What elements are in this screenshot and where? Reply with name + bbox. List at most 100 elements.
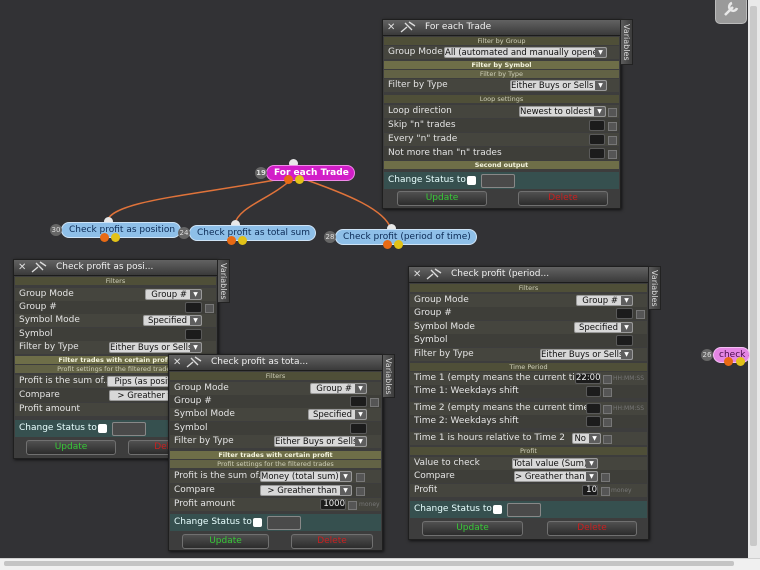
delete-button[interactable]: Delete	[291, 534, 373, 549]
profit-input[interactable]: 10	[582, 485, 598, 496]
checkbox[interactable]	[356, 473, 365, 482]
panel-titlebar[interactable]: ✕ Check profit (period...	[409, 267, 648, 283]
row-time1: Time 1 (empty means the current time ) 2…	[410, 372, 647, 385]
filter-type-select[interactable]: Either Buys or Sells ▼	[109, 342, 202, 353]
checkbox[interactable]	[370, 398, 379, 407]
pin-icon[interactable]	[186, 356, 202, 368]
pin-icon[interactable]	[426, 268, 442, 280]
node-output-port[interactable]	[284, 175, 293, 184]
change-status-input[interactable]	[481, 174, 515, 188]
checkbox[interactable]	[205, 304, 214, 313]
checkbox[interactable]	[356, 487, 365, 496]
panel-titlebar[interactable]: ✕ Check profit as posi...	[14, 260, 217, 276]
change-status-input[interactable]	[507, 503, 541, 517]
variables-tab[interactable]: Variables	[217, 259, 230, 303]
group-number-input[interactable]	[616, 308, 633, 319]
vertical-scrollbar-thumb[interactable]	[750, 6, 757, 546]
node-check-profit-period[interactable]: 28 Check profit (period of time)	[324, 229, 477, 245]
relative-select[interactable]: No ▼	[572, 433, 601, 444]
node-check-profit-total[interactable]: 24 Check profit as total sum	[178, 225, 316, 241]
checkbox[interactable]	[608, 122, 617, 131]
symbol-input[interactable]	[616, 335, 633, 346]
group-number-input[interactable]	[350, 396, 367, 407]
group-mode-select[interactable]: Group # ▼	[145, 289, 202, 300]
group-number-input[interactable]	[185, 302, 202, 313]
checkbox[interactable]	[603, 435, 612, 444]
symbol-mode-select[interactable]: Specified ▼	[308, 409, 367, 420]
symbol-mode-select[interactable]: Specified ▼	[143, 315, 202, 326]
time2-shift-input[interactable]	[586, 416, 601, 427]
node-output-port-second[interactable]	[238, 236, 247, 245]
pin-icon[interactable]	[400, 21, 416, 33]
change-status-checkbox[interactable]	[467, 176, 476, 185]
checkbox[interactable]	[601, 473, 610, 482]
checkbox[interactable]	[608, 150, 617, 159]
symbol-mode-select[interactable]: Specified ▼	[574, 322, 633, 333]
close-icon[interactable]: ✕	[413, 267, 421, 282]
update-button[interactable]: Update	[26, 440, 116, 455]
compare-select[interactable]: > Greather than▼	[260, 485, 352, 496]
close-icon[interactable]: ✕	[18, 260, 26, 275]
value-check-select[interactable]: Total value (Sum) ▼	[512, 458, 598, 469]
node-output-port[interactable]	[724, 357, 733, 366]
change-status-input[interactable]	[267, 516, 301, 530]
node-for-each-trade[interactable]: 19 For each Trade	[255, 165, 355, 181]
filter-type-select[interactable]: Either Buys or Sells ▼	[540, 349, 633, 360]
every-input[interactable]	[589, 134, 605, 145]
change-status-checkbox[interactable]	[98, 424, 107, 433]
node-output-port-second[interactable]	[111, 233, 120, 242]
checkbox[interactable]	[348, 501, 357, 510]
update-button[interactable]: Update	[422, 521, 523, 536]
loop-direction-select[interactable]: Newest to oldest ▼	[519, 106, 606, 117]
checkbox[interactable]	[603, 405, 612, 414]
delete-button[interactable]: Delete	[547, 521, 637, 536]
time1-input[interactable]: 22:00	[575, 373, 601, 384]
group-mode-select[interactable]: All (automated and manually opened) ▼	[444, 47, 607, 58]
update-button[interactable]: Update	[397, 191, 487, 206]
node-output-port-second[interactable]	[736, 357, 745, 366]
not-more-input[interactable]	[589, 148, 605, 159]
checkbox[interactable]	[603, 418, 612, 427]
checkbox[interactable]	[608, 108, 617, 117]
node-output-port[interactable]	[383, 240, 392, 249]
node-output-port-second[interactable]	[394, 240, 403, 249]
checkbox[interactable]	[603, 388, 612, 397]
variables-tab[interactable]: Variables	[620, 19, 633, 65]
filter-type-select[interactable]: Either Buys or Sells ▼	[274, 436, 367, 447]
symbol-input[interactable]	[350, 423, 367, 434]
checkbox[interactable]	[603, 375, 612, 384]
node-check-profit-position[interactable]: 30 Check profit as position	[50, 222, 182, 238]
group-mode-select[interactable]: Group # ▼	[576, 295, 633, 306]
horizontal-scrollbar-thumb[interactable]	[4, 561, 734, 566]
time1-shift-input[interactable]	[586, 386, 601, 397]
close-icon[interactable]: ✕	[387, 20, 395, 35]
compare-select[interactable]: > Greather than▼	[514, 471, 598, 482]
panel-titlebar[interactable]: ✕ For each Trade	[383, 20, 620, 36]
panel-for-each-trade[interactable]: ✕ For each Trade Variables Filter by Gro…	[382, 19, 633, 209]
checkbox[interactable]	[608, 136, 617, 145]
checkbox[interactable]	[636, 310, 645, 319]
variables-tab[interactable]: Variables	[648, 266, 661, 310]
node-output-port-second[interactable]	[295, 175, 304, 184]
node-output-port[interactable]	[100, 233, 109, 242]
update-button[interactable]: Update	[182, 534, 269, 549]
panel-titlebar[interactable]: ✕ Check profit as tota...	[169, 355, 382, 371]
change-status-checkbox[interactable]	[493, 505, 502, 514]
change-status-input[interactable]	[112, 422, 146, 436]
skip-input[interactable]	[589, 120, 605, 131]
variables-tab[interactable]: Variables	[382, 354, 395, 398]
close-icon[interactable]: ✕	[173, 355, 181, 370]
group-mode-select[interactable]: Group # ▼	[310, 383, 367, 394]
symbol-input[interactable]	[185, 329, 202, 340]
checkbox[interactable]	[601, 487, 610, 496]
panel-check-profit-period[interactable]: ✕ Check profit (period... Variables Filt…	[408, 266, 661, 540]
pin-icon[interactable]	[31, 261, 47, 273]
panel-check-profit-total[interactable]: ✕ Check profit as tota... Variables Filt…	[168, 354, 395, 551]
profit-amount-input[interactable]: 1000	[320, 499, 346, 510]
time2-input[interactable]	[586, 403, 601, 414]
filter-type-select[interactable]: Either Buys or Sells ▼	[510, 80, 607, 91]
profit-sum-select[interactable]: Money (total sum) ▼	[260, 471, 352, 482]
change-status-checkbox[interactable]	[253, 518, 262, 527]
node-output-port[interactable]	[227, 236, 236, 245]
delete-button[interactable]: Delete	[518, 191, 608, 206]
